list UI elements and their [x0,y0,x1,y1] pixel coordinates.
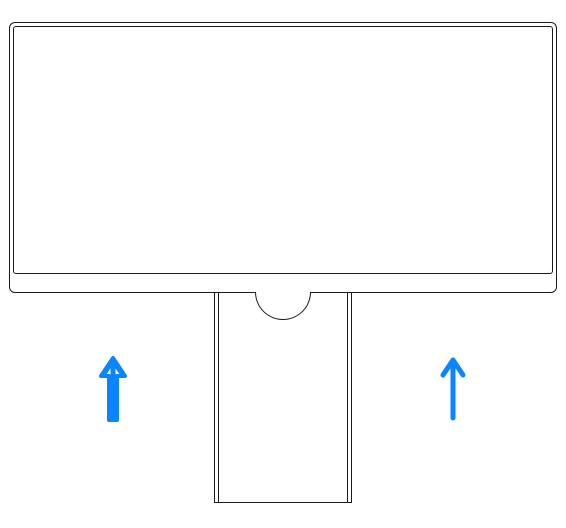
display-height-adjust-diagram [0,0,566,528]
display-stand [214,293,352,503]
display-front [9,22,557,293]
up-arrow-icon [98,356,128,422]
display-bezel [13,26,553,274]
up-arrow-icon [438,356,468,422]
